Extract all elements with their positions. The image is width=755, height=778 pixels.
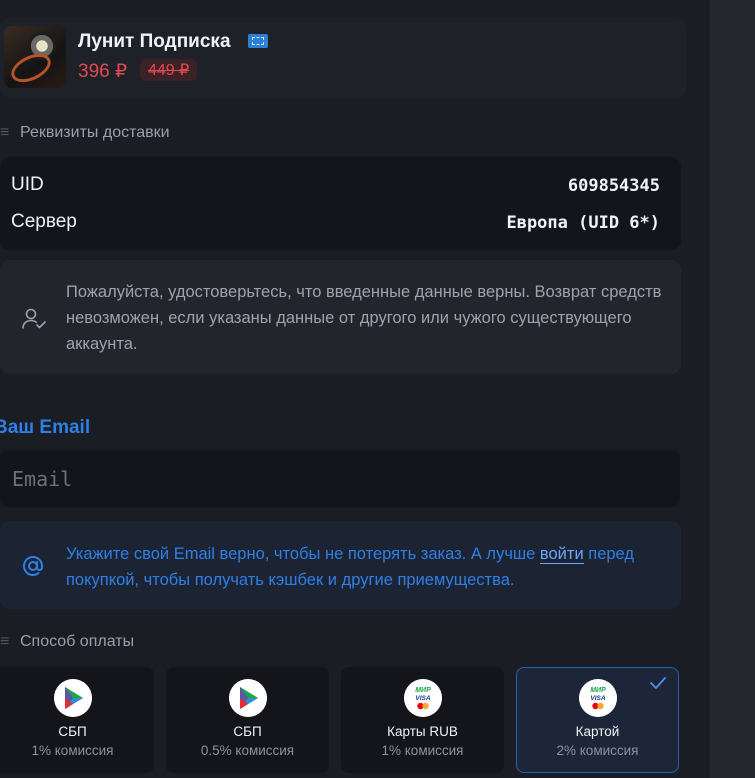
payment-method-card[interactable]: МИР VISA Картой 2% комиссия (516, 667, 679, 773)
payment-method-name: СБП (58, 724, 87, 739)
list-icon: ≡ (0, 124, 10, 141)
payment-method-sbp-2[interactable]: СБП 0.5% комиссия (166, 667, 329, 773)
payment-section-heading: ≡ Способ оплаты (0, 633, 134, 651)
svg-text:МИР: МИР (415, 687, 431, 694)
server-label: Сервер (11, 211, 77, 232)
payment-method-name: Картой (575, 724, 620, 739)
sbp-logo-icon (228, 679, 267, 717)
payment-method-name: СБП (233, 724, 262, 739)
at-icon (23, 555, 43, 576)
mir-visa-mastercard-icon: МИР VISA (578, 679, 617, 717)
product-price: 396 ₽ (78, 61, 128, 82)
uid-value: 609854345 (567, 176, 660, 196)
email-label: Ваш Email (0, 417, 91, 438)
data-warning-box: Пожалуйста, удостоверьтесь, что введенны… (0, 260, 681, 374)
login-link[interactable]: войти (539, 545, 584, 564)
payment-method-sbp-1[interactable]: СБП 1% комиссия (0, 667, 154, 773)
product-title: Лунит Подписка (78, 31, 231, 52)
mir-visa-mastercard-icon: МИР VISA (403, 679, 442, 717)
delivery-section-heading: ≡ Реквизиты доставки (0, 124, 170, 142)
right-panel-edge (710, 0, 755, 778)
payment-method-cards-rub[interactable]: МИР VISA Карты RUB 1% комиссия (341, 667, 504, 773)
sbp-logo-icon (53, 679, 92, 717)
svg-text:VISA: VISA (415, 695, 430, 702)
uid-label: UID (11, 174, 44, 195)
list-icon: ≡ (0, 633, 10, 650)
payment-method-fee: 2% комиссия (556, 743, 639, 758)
payment-method-fee: 0.5% комиссия (200, 743, 295, 758)
data-warning-text: Пожалуйста, удостоверьтесь, что введенны… (66, 283, 662, 353)
svg-text:МИР: МИР (590, 687, 606, 694)
product-thumbnail (4, 26, 66, 88)
svg-text:VISA: VISA (590, 695, 605, 702)
payment-method-fee: 1% комиссия (381, 743, 464, 758)
payment-method-fee: 1% комиссия (31, 743, 114, 758)
email-info-text-start: Укажите свой Email верно, чтобы не потер… (66, 545, 540, 563)
check-icon (650, 677, 666, 689)
ticket-icon (248, 34, 268, 48)
payment-section-label: Способ оплаты (20, 633, 135, 650)
server-value: Европа (UID 6*) (506, 213, 660, 233)
delivery-section-label: Реквизиты доставки (20, 124, 170, 141)
user-check-icon (22, 308, 46, 329)
email-field[interactable] (0, 450, 680, 507)
email-info-text: Укажите свой Email верно, чтобы не потер… (66, 541, 666, 593)
delivery-details: UID 609854345 Сервер Европа (UID 6*) (0, 157, 681, 250)
payment-method-name: Карты RUB (387, 724, 458, 739)
product-card (0, 18, 686, 98)
product-old-price: 449 ₽ (140, 59, 198, 81)
